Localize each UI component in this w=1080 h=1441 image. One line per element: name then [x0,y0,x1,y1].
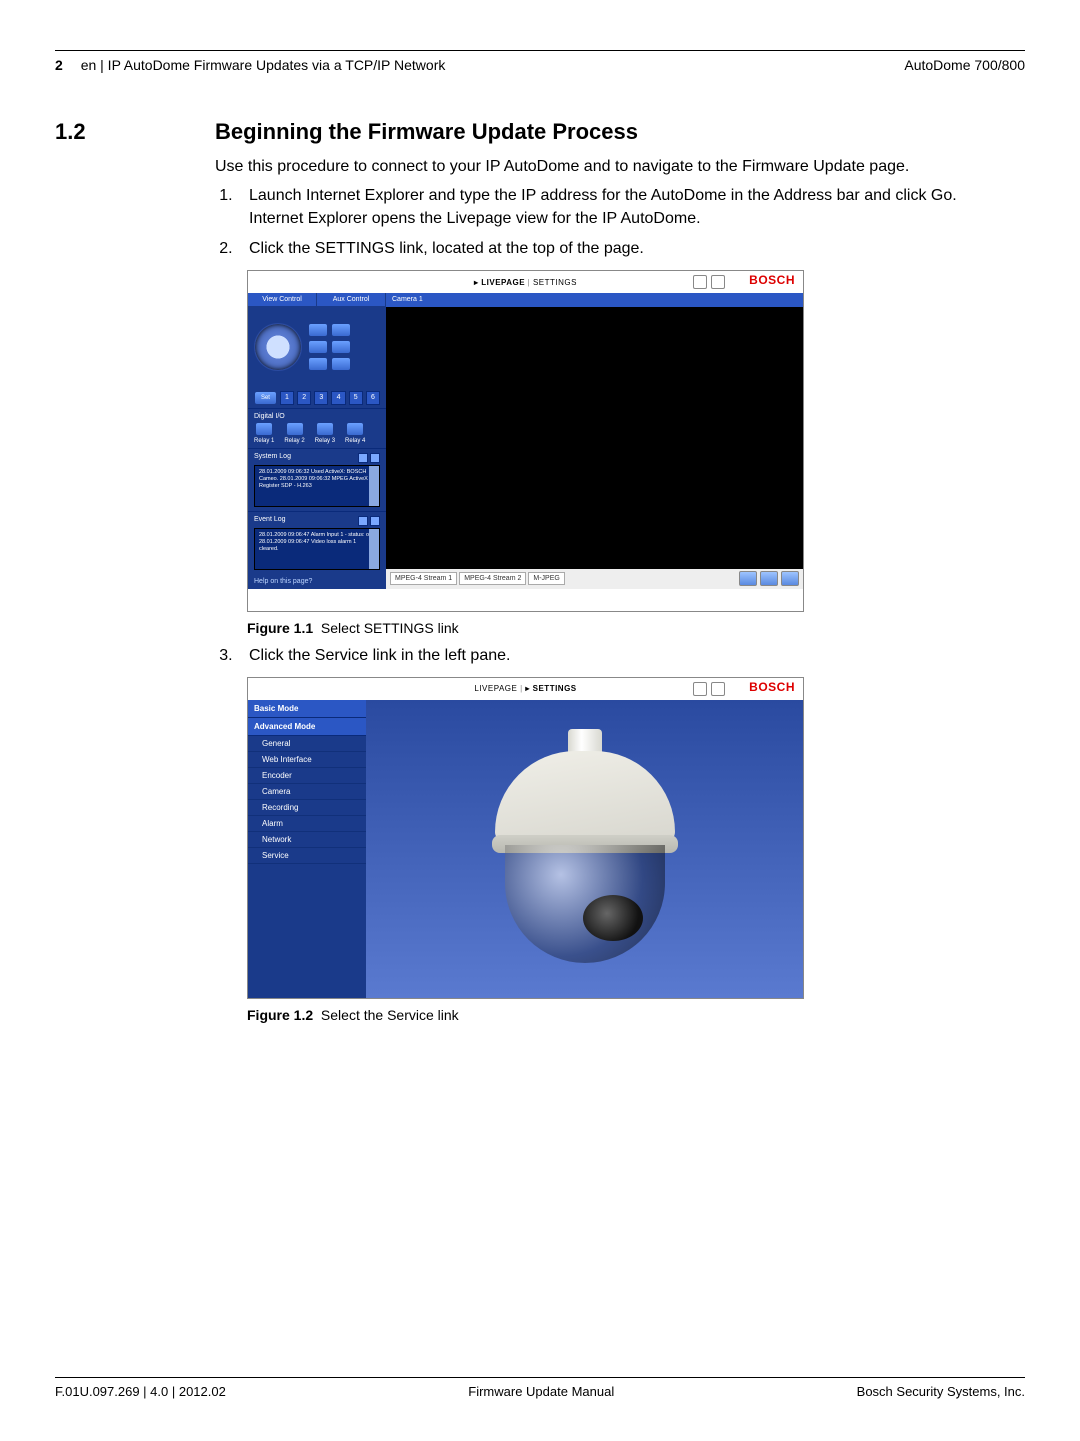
info-icon[interactable] [711,682,725,696]
digital-io-label: Digital I/O [254,413,285,420]
camera-preview [366,700,803,998]
relay-icon[interactable] [286,422,304,436]
nav-basic-mode[interactable]: Basic Mode [248,700,366,718]
settings-tab[interactable]: ▸ SETTINGS [525,684,576,693]
header-right: AutoDome 700/800 [904,57,1025,73]
page-header: 2 en | IP AutoDome Firmware Updates via … [55,51,1025,73]
system-log: 28.01.2009 09:06:32 Used ActiveX: BOSCH … [254,465,380,507]
figure-1-1-caption: Figure 1.1 Select SETTINGS link [247,620,1025,636]
nav-web-interface[interactable]: Web Interface [248,752,366,768]
figure-1-1: ▸ LIVEPAGE | SETTINGS BOSCH View Control [247,270,1025,612]
scrollbar[interactable] [369,529,379,569]
stream-2-button[interactable]: MPEG-4 Stream 2 [459,572,526,585]
bosch-logo: BOSCH [749,680,795,694]
log-icon[interactable] [693,682,707,696]
zoom-button[interactable] [331,323,351,337]
section-title: Beginning the Firmware Update Process [215,119,1025,145]
step-2: Click the SETTINGS link, located at the … [237,237,1025,260]
event-log: 28.01.2009 09:06:47 Alarm Input 1 - stat… [254,528,380,570]
nav-encoder[interactable]: Encoder [248,768,366,784]
audio-icon[interactable] [781,571,799,586]
intro-paragraph: Use this procedure to connect to your IP… [215,155,1025,178]
nav-service[interactable]: Service [248,848,366,864]
figure-1-2: LIVEPAGE | ▸ SETTINGS BOSCH Basic Mode A… [247,677,1025,999]
section-number: 1.2 [55,119,215,1031]
relay-icon[interactable] [255,422,273,436]
info-icon[interactable] [711,275,725,289]
settings-nav: Basic Mode Advanced Mode General Web Int… [248,700,366,998]
figure-1-2-caption: Figure 1.2 Select the Service link [247,1007,1025,1023]
relay-icon[interactable] [316,422,334,436]
record-icon[interactable] [760,571,778,586]
iris-button[interactable] [308,357,328,371]
log-icon[interactable] [693,275,707,289]
view-control-tab[interactable]: View Control [248,293,317,307]
preset-2[interactable]: 2 [297,391,311,405]
set-button[interactable]: Set [254,391,277,405]
log-action-icon[interactable] [370,516,380,526]
system-log-label: System Log [254,453,291,463]
preset-5[interactable]: 5 [349,391,363,405]
focus-button[interactable] [308,340,328,354]
step-1: Launch Internet Explorer and type the IP… [237,184,1025,230]
help-link[interactable]: Help on this page? [248,574,386,589]
snapshot-icon[interactable] [739,571,757,586]
nav-advanced-mode[interactable]: Advanced Mode [248,718,366,736]
nav-recording[interactable]: Recording [248,800,366,816]
footer-left: F.01U.097.269 | 4.0 | 2012.02 [55,1384,226,1399]
mjpeg-button[interactable]: M-JPEG [528,572,564,585]
header-left: 2 en | IP AutoDome Firmware Updates via … [55,57,445,73]
preset-6[interactable]: 6 [366,391,380,405]
footer-center: Firmware Update Manual [468,1384,614,1399]
nav-alarm[interactable]: Alarm [248,816,366,832]
aux-control-tab[interactable]: Aux Control [317,293,386,307]
video-viewport [386,307,803,569]
preset-3[interactable]: 3 [314,391,328,405]
log-action-icon[interactable] [358,453,368,463]
header-left-text: en | IP AutoDome Firmware Updates via a … [81,57,446,73]
preset-1[interactable]: 1 [280,391,294,405]
event-log-label: Event Log [254,516,286,526]
livepage-tab[interactable]: ▸ LIVEPAGE [474,278,525,287]
relay-icon[interactable] [346,422,364,436]
nav-general[interactable]: General [248,736,366,752]
log-action-icon[interactable] [370,453,380,463]
footer-right: Bosch Security Systems, Inc. [857,1384,1025,1399]
nav-camera[interactable]: Camera [248,784,366,800]
focus-button[interactable] [331,340,351,354]
log-action-icon[interactable] [358,516,368,526]
dome-camera-icon [480,729,690,969]
stream-1-button[interactable]: MPEG-4 Stream 1 [390,572,457,585]
ptz-control[interactable] [248,306,386,387]
camera-tab[interactable]: Camera 1 [386,293,803,307]
scrollbar[interactable] [369,466,379,506]
step-3: Click the Service link in the left pane. [237,644,1025,667]
bosch-logo: BOSCH [749,273,795,287]
zoom-button[interactable] [308,323,328,337]
livepage-tab[interactable]: LIVEPAGE [474,684,517,693]
page-number: 2 [55,57,63,73]
settings-tab[interactable]: SETTINGS [533,278,577,287]
preset-4[interactable]: 4 [331,391,345,405]
nav-network[interactable]: Network [248,832,366,848]
iris-button[interactable] [331,357,351,371]
page-footer: F.01U.097.269 | 4.0 | 2012.02 Firmware U… [55,1377,1025,1399]
ptz-wheel-icon[interactable] [254,323,302,371]
